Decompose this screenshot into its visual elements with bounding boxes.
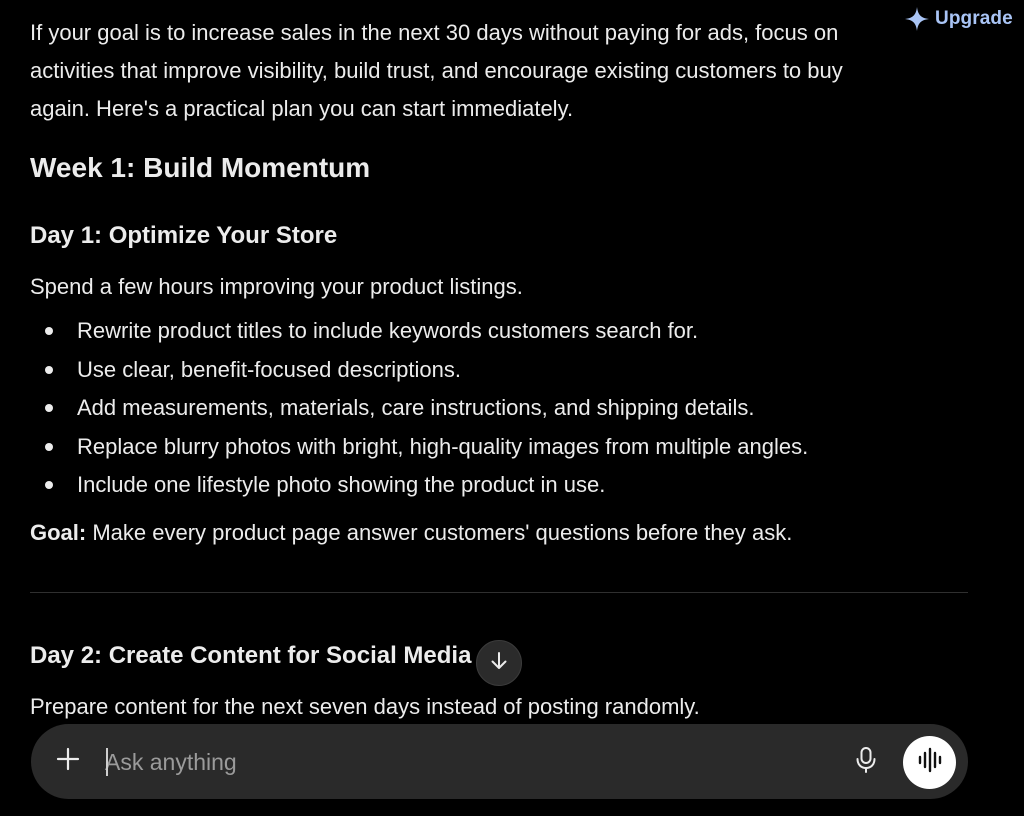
list-item-text: Use clear, benefit-focused descriptions. — [77, 356, 461, 382]
assistant-message: If your goal is to increase sales in the… — [30, 14, 910, 185]
dictate-button[interactable] — [851, 746, 881, 778]
goal-label: Goal: — [30, 520, 87, 545]
upgrade-label: Upgrade — [935, 8, 1013, 29]
day1-bullet-list: Rewrite product titles to include keywor… — [30, 312, 808, 505]
day1-goal: Goal: Make every product page answer cus… — [30, 514, 792, 552]
list-item-text: Include one lifestyle photo showing the … — [77, 472, 606, 497]
list-item: Rewrite product titles to include keywor… — [30, 312, 808, 351]
upgrade-button[interactable]: Upgrade — [904, 6, 1013, 32]
plus-icon — [56, 747, 80, 776]
intro-paragraph: If your goal is to increase sales in the… — [30, 20, 843, 121]
goal-text: Make every product page answer customers… — [86, 520, 793, 545]
text-caret — [106, 748, 108, 776]
day2-lead: Prepare content for the next seven days … — [30, 694, 700, 719]
list-item: Replace blurry photos with bright, high-… — [30, 428, 808, 467]
message-composer — [31, 724, 968, 799]
list-item-text: Rewrite product titles to include keywor… — [77, 318, 699, 343]
voice-mode-button[interactable] — [903, 736, 956, 789]
day2-heading: Day 2: Create Content for Social Media — [30, 642, 472, 669]
list-item-text: Add measurements, materials, care instru… — [77, 395, 755, 420]
add-attachment-button[interactable] — [53, 746, 83, 776]
list-item: Add measurements, materials, care instru… — [30, 389, 808, 428]
microphone-icon — [855, 746, 877, 779]
list-item: Use clear, benefit-focused descriptions. — [30, 351, 808, 390]
arrow-down-icon — [488, 650, 510, 677]
section-divider — [30, 592, 968, 593]
bullet-dot — [45, 442, 53, 451]
scroll-to-bottom-button[interactable] — [476, 640, 522, 686]
bullet-dot — [45, 481, 53, 489]
day1-heading: Day 1: Optimize Your Store — [30, 222, 338, 249]
day1-lead: Spend a few hours improving your product… — [30, 274, 523, 299]
list-item-text: Replace blurry photos with bright, high-… — [77, 433, 809, 459]
bullet-dot — [45, 404, 53, 412]
bullet-dot — [45, 327, 53, 335]
voice-waveform-icon — [917, 747, 943, 778]
week-heading: Week 1: Build Momentum — [30, 152, 371, 183]
chat-page: Upgrade If your goal is to increase sale… — [0, 0, 1024, 816]
list-item: Include one lifestyle photo showing the … — [30, 466, 808, 505]
bullet-dot — [45, 365, 53, 374]
prompt-input[interactable] — [105, 742, 805, 782]
